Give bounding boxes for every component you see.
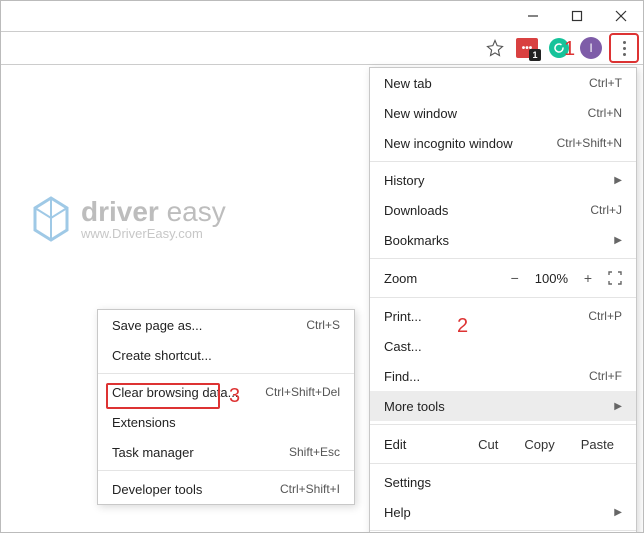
drivereasy-cube-icon bbox=[31, 196, 71, 242]
submenu-create-shortcut[interactable]: Create shortcut... bbox=[98, 340, 354, 370]
chrome-menu-button[interactable] bbox=[609, 33, 639, 63]
chrome-main-menu: New tabCtrl+T New windowCtrl+N New incog… bbox=[369, 67, 637, 533]
annotation-highlight-extensions bbox=[106, 383, 220, 409]
chevron-right-icon: ▶ bbox=[614, 507, 622, 518]
menu-cast[interactable]: Cast... bbox=[370, 331, 636, 361]
ext-badge-count: 1 bbox=[529, 49, 541, 61]
menu-separator bbox=[98, 373, 354, 374]
maximize-button[interactable] bbox=[555, 1, 599, 31]
zoom-value: 100% bbox=[535, 271, 568, 286]
menu-find[interactable]: Find...Ctrl+F bbox=[370, 361, 636, 391]
watermark-title: driver easy bbox=[81, 198, 226, 226]
annotation-1: 1 bbox=[564, 38, 575, 61]
submenu-developer-tools[interactable]: Developer toolsCtrl+Shift+I bbox=[98, 474, 354, 504]
zoom-out-button[interactable]: − bbox=[507, 270, 523, 286]
edit-copy-button[interactable]: Copy bbox=[516, 434, 562, 455]
menu-settings[interactable]: Settings bbox=[370, 467, 636, 497]
menu-new-incognito[interactable]: New incognito windowCtrl+Shift+N bbox=[370, 128, 636, 158]
menu-edit: Edit Cut Copy Paste bbox=[370, 428, 636, 460]
submenu-save-page[interactable]: Save page as...Ctrl+S bbox=[98, 310, 354, 340]
browser-toolbar: ••• 1 I bbox=[1, 31, 643, 65]
menu-separator bbox=[370, 258, 636, 259]
fullscreen-icon[interactable] bbox=[608, 271, 622, 285]
avatar-initial: I bbox=[589, 41, 592, 55]
edit-label: Edit bbox=[384, 437, 406, 452]
menu-more-tools[interactable]: More tools▶ bbox=[370, 391, 636, 421]
watermark-logo: driver easy www.DriverEasy.com bbox=[31, 196, 226, 242]
menu-zoom: Zoom − 100% + bbox=[370, 262, 636, 294]
menu-history[interactable]: History▶ bbox=[370, 165, 636, 195]
menu-help[interactable]: Help▶ bbox=[370, 497, 636, 527]
kebab-icon bbox=[623, 39, 626, 57]
menu-separator bbox=[370, 297, 636, 298]
edit-cut-button[interactable]: Cut bbox=[470, 434, 506, 455]
menu-separator bbox=[370, 161, 636, 162]
menu-new-tab[interactable]: New tabCtrl+T bbox=[370, 68, 636, 98]
menu-downloads[interactable]: DownloadsCtrl+J bbox=[370, 195, 636, 225]
extension-badge[interactable]: ••• 1 bbox=[513, 34, 541, 62]
annotation-3: 3 bbox=[229, 385, 240, 408]
zoom-label: Zoom bbox=[384, 271, 417, 286]
menu-print[interactable]: Print...Ctrl+P bbox=[370, 301, 636, 331]
chrome-window: ••• 1 I driver easy www.DriverEasy.com N… bbox=[0, 0, 644, 533]
chevron-right-icon: ▶ bbox=[614, 175, 622, 186]
watermark-url: www.DriverEasy.com bbox=[81, 226, 226, 241]
chevron-right-icon: ▶ bbox=[614, 401, 622, 412]
zoom-in-button[interactable]: + bbox=[580, 270, 596, 286]
chevron-right-icon: ▶ bbox=[614, 235, 622, 246]
menu-new-window[interactable]: New windowCtrl+N bbox=[370, 98, 636, 128]
window-titlebar bbox=[1, 1, 643, 31]
profile-avatar[interactable]: I bbox=[577, 34, 605, 62]
annotation-2: 2 bbox=[457, 315, 468, 338]
menu-separator bbox=[370, 424, 636, 425]
close-button[interactable] bbox=[599, 1, 643, 31]
menu-separator bbox=[98, 470, 354, 471]
submenu-task-manager[interactable]: Task managerShift+Esc bbox=[98, 437, 354, 467]
edit-paste-button[interactable]: Paste bbox=[573, 434, 622, 455]
menu-bookmarks[interactable]: Bookmarks▶ bbox=[370, 225, 636, 255]
bookmark-star-icon[interactable] bbox=[481, 34, 509, 62]
submenu-extensions[interactable]: Extensions bbox=[98, 407, 354, 437]
minimize-button[interactable] bbox=[511, 1, 555, 31]
menu-separator bbox=[370, 530, 636, 531]
menu-separator bbox=[370, 463, 636, 464]
